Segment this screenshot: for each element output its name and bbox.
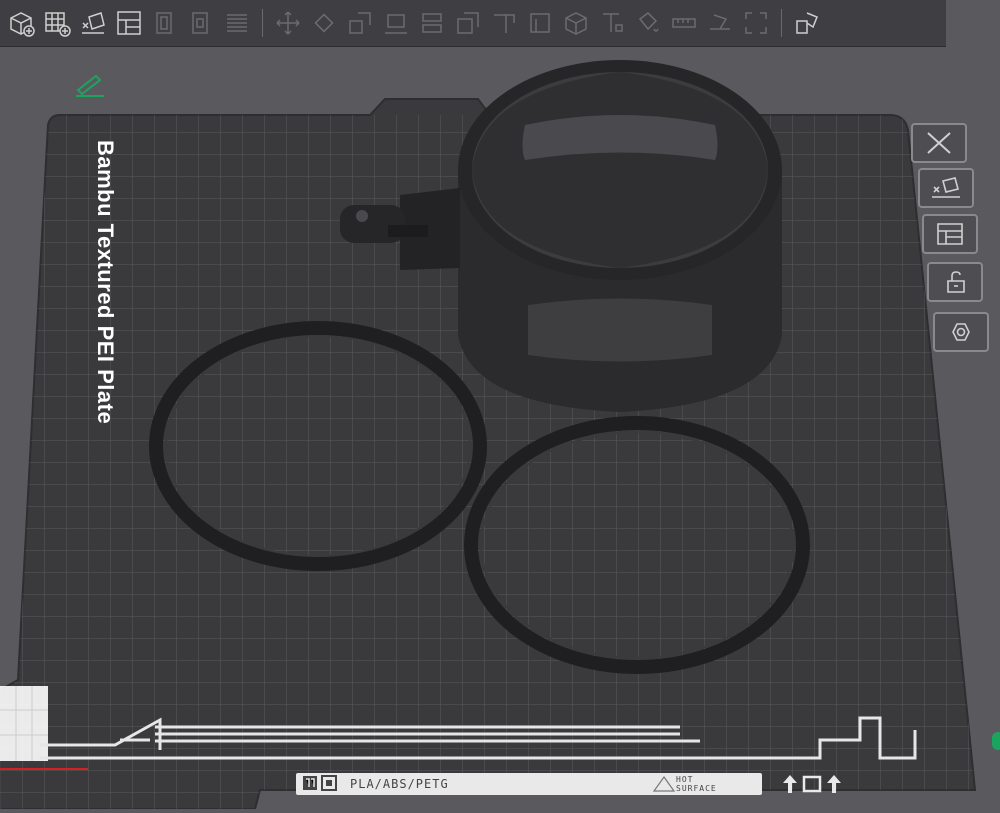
- variable-layer-icon: [796, 12, 818, 34]
- add-plate-icon: [45, 12, 71, 37]
- auto-orient-icon: [82, 12, 105, 34]
- arrange-plate-button[interactable]: [922, 214, 978, 254]
- 3d-viewport[interactable]: Bambu Textured PEI Plate PLA/ABS/PETG HO…: [0, 0, 1000, 810]
- split-parts-icon: [192, 12, 208, 34]
- delete-all-button[interactable]: [911, 123, 967, 163]
- text-button[interactable]: [597, 6, 627, 40]
- hex-nut-icon: [952, 323, 970, 341]
- build-plate-scene[interactable]: [0, 0, 1000, 810]
- plate-title: Bambu Textured PEI Plate: [93, 140, 118, 425]
- material-text: PLA/ABS/PETG: [350, 777, 449, 791]
- measure-button[interactable]: [669, 6, 699, 40]
- add-object-button[interactable]: [6, 6, 36, 40]
- status-indicator: [992, 732, 1000, 750]
- text-icon: [603, 13, 623, 32]
- assembly-icon: [710, 14, 730, 30]
- measure-icon: [672, 18, 696, 28]
- lay-on-face-icon: [385, 14, 407, 34]
- plate-logo-icon: [303, 775, 337, 791]
- auto-orient-button[interactable]: [78, 6, 108, 40]
- add-object-icon: [10, 12, 35, 37]
- split-parts-button[interactable]: [186, 6, 216, 40]
- lock-plate-button[interactable]: [927, 262, 983, 302]
- layers-icon: [227, 14, 247, 32]
- toolbar-divider: [262, 9, 263, 37]
- top-toolbar: [0, 0, 946, 47]
- move-button[interactable]: [273, 6, 303, 40]
- auto-orient-icon: [932, 177, 960, 198]
- color-paint-button[interactable]: [633, 6, 663, 40]
- layers-button[interactable]: [222, 6, 252, 40]
- move-icon: [276, 11, 300, 35]
- scale-button[interactable]: [345, 6, 375, 40]
- plate-settings-button[interactable]: [933, 312, 989, 352]
- cube-button[interactable]: [561, 6, 591, 40]
- cut-button[interactable]: [417, 6, 447, 40]
- support-paint-icon: [494, 14, 515, 33]
- hot-surface-warning: HOT SURFACE: [676, 775, 717, 793]
- seam-paint-icon: [530, 13, 550, 33]
- rotate-button[interactable]: [309, 6, 339, 40]
- cut-icon: [422, 13, 442, 33]
- arrange-button[interactable]: [114, 6, 144, 40]
- warning-icon: [652, 775, 676, 792]
- plate-symbols: [783, 775, 841, 793]
- origin-block: [0, 686, 48, 761]
- cube-icon: [565, 12, 587, 35]
- close-icon: [927, 132, 951, 154]
- scale-icon: [349, 12, 371, 34]
- plate-material-label: PLA/ABS/PETG HOT SURFACE: [296, 773, 762, 795]
- fullscreen-button[interactable]: [741, 6, 771, 40]
- arrange-icon: [937, 223, 963, 245]
- toolbar-divider: [781, 9, 782, 37]
- variable-layer-button[interactable]: [792, 6, 822, 40]
- arrange-icon: [117, 11, 141, 35]
- lay-on-face-button[interactable]: [381, 6, 411, 40]
- rotate-icon: [314, 13, 334, 33]
- assembly-button[interactable]: [705, 6, 735, 40]
- unlock-icon: [947, 271, 965, 293]
- split-objects-icon: [156, 12, 172, 34]
- add-plate-button[interactable]: [42, 6, 72, 40]
- edit-plate-pen-icon[interactable]: [76, 74, 104, 97]
- color-paint-icon: [638, 12, 659, 32]
- split-objects-button[interactable]: [150, 6, 180, 40]
- auto-orient-plate-button[interactable]: [918, 168, 974, 208]
- boolean-icon: [457, 12, 479, 34]
- seam-paint-button[interactable]: [525, 6, 555, 40]
- boolean-button[interactable]: [453, 6, 483, 40]
- support-paint-button[interactable]: [489, 6, 519, 40]
- fullscreen-icon: [745, 12, 767, 34]
